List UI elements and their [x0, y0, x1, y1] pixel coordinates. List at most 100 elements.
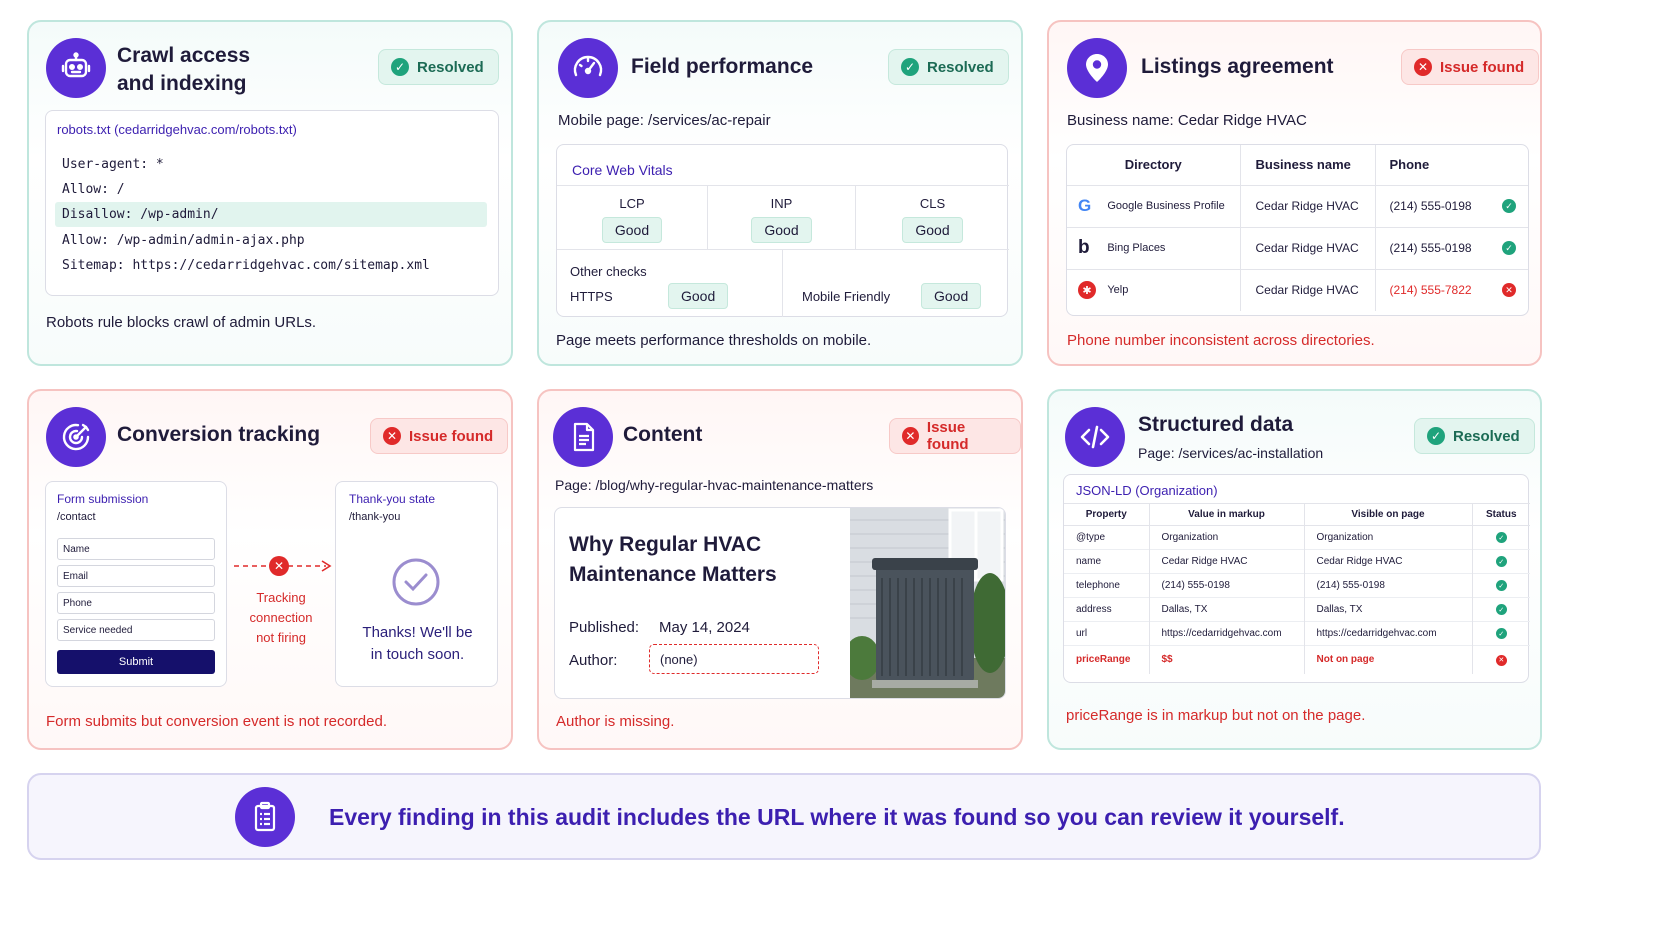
gauge-icon	[558, 38, 618, 98]
jsonld-panel: JSON-LD (Organization) Property Value in…	[1063, 474, 1530, 683]
check-icon: ✓	[1495, 604, 1507, 616]
robots-file-label: robots.txt (cedarridgehvac.com/robots.tx…	[57, 122, 297, 137]
metric-value: Good	[902, 217, 963, 243]
conversion-card: Conversion tracking ✕ Issue found Form s…	[27, 389, 513, 750]
metric-cell-cls: CLS Good	[856, 186, 1009, 249]
metric-name: INP	[770, 196, 793, 211]
status-badge: ✕ Issue found	[370, 418, 509, 454]
table-row: b Bing Places Cedar Ridge HVAC (214) 555…	[1067, 227, 1528, 269]
banner-text: Every finding in this audit includes the…	[329, 804, 1345, 830]
metric-name: CLS	[919, 196, 946, 211]
jsonld-label: JSON-LD (Organization)	[1076, 483, 1218, 498]
col-header: Phone	[1389, 157, 1430, 173]
col-header: Status	[1485, 509, 1517, 520]
finding-note: Page meets performance thresholds on mob…	[556, 332, 872, 349]
robots-panel: robots.txt (cedarridgehvac.com/robots.tx…	[45, 110, 499, 296]
card-title: Field performance	[631, 55, 814, 78]
table-row: ✱ Yelp Cedar Ridge HVAC (214) 555-7822 ✕	[1067, 269, 1528, 311]
robots-line: User-agent: *	[62, 157, 164, 172]
check-value: Good	[921, 283, 982, 309]
listings-table-panel: Directory Business name Phone G Google B…	[1066, 144, 1529, 316]
metric-cell-lcp: LCP Good	[557, 186, 708, 249]
table-row: telephone (214) 555-0198 (214) 555-0198 …	[1064, 573, 1530, 598]
thanks-path: /thank-you	[349, 511, 401, 523]
status-badge: ✕ Issue found	[1401, 49, 1540, 85]
phone-field[interactable]: Phone	[57, 592, 215, 614]
check-icon: ✓	[391, 58, 409, 76]
robot-icon	[46, 38, 106, 98]
robots-line: Disallow: /wp-admin/	[62, 207, 219, 222]
directory-name: Bing Places	[1107, 242, 1166, 255]
listings-card: Listings agreement ✕ Issue found Busines…	[1047, 20, 1542, 366]
email-field[interactable]: Email	[57, 565, 215, 587]
author-missing-value: (none)	[649, 644, 819, 674]
thank-you-panel: Thank-you state /thank-you Thanks! We'll…	[335, 481, 498, 687]
check-icon: ✓	[901, 58, 919, 76]
page-url: Page: /services/ac-installation	[1138, 445, 1324, 461]
col-header: Value in markup	[1149, 503, 1305, 526]
col-header: Directory	[1067, 145, 1241, 185]
check-icon: ✓	[1495, 580, 1507, 592]
page-url: Page: /blog/why-regular-hvac-maintenance…	[555, 477, 874, 493]
cell-phone: (214) 555-0198	[1389, 241, 1472, 255]
page-url: Mobile page: /services/ac-repair	[558, 112, 771, 129]
cwv-label: Core Web Vitals	[572, 162, 673, 178]
x-icon: ✕	[1414, 58, 1432, 76]
field-performance-card: Field performance ✓ Resolved Mobile page…	[537, 20, 1023, 366]
table-row: priceRange $$ Not on page ✕	[1064, 645, 1530, 674]
card-title: Content	[623, 423, 703, 446]
service-field[interactable]: Service needed	[57, 619, 215, 641]
card-title: Structured data	[1138, 413, 1294, 436]
name-field[interactable]: Name	[57, 538, 215, 560]
directory-name: Google Business Profile	[1107, 200, 1225, 213]
author-label: Author:	[569, 652, 618, 669]
check-icon: ✓	[1502, 241, 1516, 255]
yelp-icon: ✱	[1078, 281, 1096, 300]
thanks-label: Thank-you state	[349, 492, 436, 506]
finding-note: Phone number inconsistent across directo…	[1067, 332, 1375, 349]
x-icon: ✕	[1502, 283, 1516, 298]
location-pin-icon	[1067, 38, 1127, 98]
check-name: Mobile Friendly	[802, 289, 891, 304]
structured-data-card: Structured data Page: /services/ac-insta…	[1047, 389, 1542, 750]
card-title: Conversion tracking	[117, 423, 321, 446]
robots-line: Allow: /wp-admin/admin-ajax.php	[62, 233, 305, 248]
form-path: /contact	[57, 511, 96, 523]
table-row: address Dallas, TX Dallas, TX ✓	[1064, 597, 1530, 622]
cell-phone-mismatch: (214) 555-7822	[1389, 283, 1472, 298]
form-panel: Form submission /contact Name Email Phon…	[45, 481, 227, 687]
check-icon: ✓	[1495, 556, 1507, 568]
cell-name: Cedar Ridge HVAC	[1240, 269, 1376, 311]
thanks-message: Thanks! We'll be in touch soon.	[362, 624, 473, 663]
crawl-access-card: Crawl access and indexing ✓ Resolved rob…	[27, 20, 513, 366]
form-label: Form submission	[57, 492, 149, 506]
table-row: url https://cedarridgehvac.com https://c…	[1064, 621, 1530, 646]
status-badge: ✓ Resolved	[888, 49, 1009, 85]
check-name: HTTPS	[570, 289, 613, 304]
published-value: May 14, 2024	[659, 619, 750, 636]
x-icon: ✕	[269, 556, 289, 576]
cwv-panel: Core Web Vitals LCP Good INP Good CLS Go…	[556, 144, 1009, 317]
check-icon: ✓	[1427, 427, 1445, 445]
x-icon: ✕	[902, 427, 919, 445]
check-value: Good	[668, 283, 729, 309]
cell-phone: (214) 555-0198	[1389, 199, 1472, 213]
content-card: Content ✕ Issue found Page: /blog/why-re…	[537, 389, 1023, 750]
target-icon	[46, 407, 106, 467]
submit-button[interactable]: Submit	[57, 650, 215, 674]
status-badge: ✕ Issue found	[889, 418, 1021, 454]
finding-note: Author is missing.	[556, 713, 675, 730]
x-icon: ✕	[383, 427, 401, 445]
business-name: Business name: Cedar Ridge HVAC	[1067, 112, 1307, 129]
x-icon: ✕	[1495, 654, 1507, 666]
metric-value: Good	[601, 217, 663, 243]
table-row: name Cedar Ridge HVAC Cedar Ridge HVAC ✓	[1064, 549, 1530, 574]
cell-name: Cedar Ridge HVAC	[1240, 227, 1376, 269]
metric-name: LCP	[619, 196, 645, 211]
check-icon: ✓	[1495, 628, 1507, 640]
finding-note: Robots rule blocks crawl of admin URLs.	[46, 314, 317, 331]
code-icon	[1065, 407, 1125, 467]
clipboard-icon	[235, 787, 295, 847]
robots-line: Allow: /	[62, 182, 125, 197]
col-header: Property	[1064, 503, 1150, 526]
